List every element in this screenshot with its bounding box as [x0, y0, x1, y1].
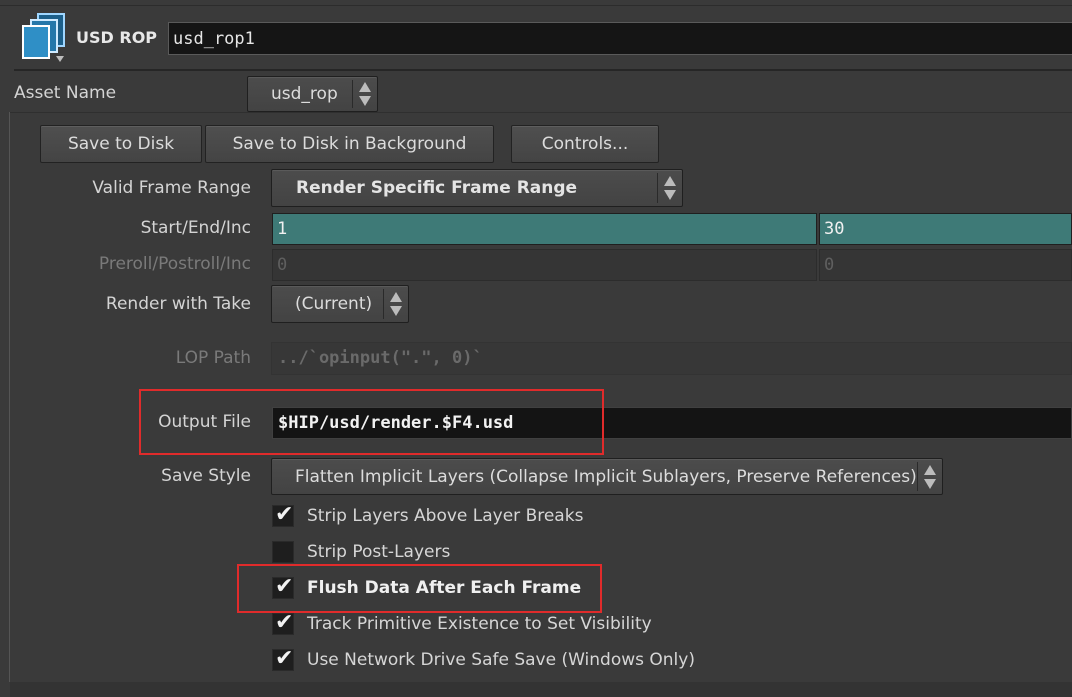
flush-data-highlight-box: [237, 564, 602, 613]
asset-name-menu[interactable]: usd_rop: [247, 76, 378, 112]
strip-post-layers-checkbox[interactable]: [272, 541, 294, 563]
lop-path-label: LOP Path: [175, 348, 251, 368]
postroll-field: 0: [819, 249, 1072, 281]
save-style-value: Flatten Implicit Layers (Collapse Implic…: [295, 466, 917, 487]
menu-arrows-icon: [359, 82, 371, 106]
checkmark-icon: ✔: [275, 502, 294, 527]
network-safe-save-label: Use Network Drive Safe Save (Windows Onl…: [307, 650, 695, 670]
checkmark-icon: ✔: [275, 610, 294, 635]
asset-name-label: Asset Name: [14, 83, 117, 103]
header-divider: [14, 69, 1072, 71]
end-frame-field[interactable]: 30: [819, 213, 1072, 245]
controls-button[interactable]: Controls...: [511, 125, 659, 163]
checkmark-icon: ✔: [275, 646, 294, 671]
valid-frame-range-label: Valid Frame Range: [92, 178, 251, 198]
save-to-disk-button[interactable]: Save to Disk: [40, 125, 202, 163]
valid-frame-range-menu[interactable]: Render Specific Frame Range: [271, 169, 683, 207]
usd-rop-icon[interactable]: [18, 12, 72, 66]
start-end-inc-label: Start/End/Inc: [140, 218, 251, 238]
save-style-menu[interactable]: Flatten Implicit Layers (Collapse Implic…: [271, 458, 943, 495]
menu-arrows-icon: [924, 464, 936, 489]
strip-layers-label: Strip Layers Above Layer Breaks: [307, 506, 584, 526]
output-file-highlight-box: [139, 389, 604, 455]
preroll-postroll-label: Preroll/Postroll/Inc: [98, 254, 251, 274]
asset-name-value: usd_rop: [271, 84, 338, 104]
strip-post-layers-label: Strip Post-Layers: [307, 542, 451, 562]
render-take-label: Render with Take: [105, 294, 251, 314]
lop-path-field: ../`opinput(".", 0)`: [271, 342, 1072, 375]
render-take-value: (Current): [295, 294, 373, 314]
save-to-disk-background-button[interactable]: Save to Disk in Background: [205, 125, 494, 163]
node-type-label: USD ROP: [76, 28, 158, 47]
track-primitive-label: Track Primitive Existence to Set Visibil…: [307, 614, 652, 634]
save-style-label: Save Style: [161, 466, 251, 486]
network-safe-save-checkbox[interactable]: ✔: [272, 646, 294, 671]
menu-arrows-icon: [390, 292, 402, 316]
preroll-field: 0: [272, 249, 817, 281]
render-take-menu[interactable]: (Current): [271, 285, 409, 323]
valid-frame-range-value: Render Specific Frame Range: [296, 178, 578, 198]
top-strip: [0, 0, 1072, 6]
panel-footer: [10, 682, 1072, 697]
start-frame-field[interactable]: 1: [272, 213, 817, 245]
track-primitive-checkbox[interactable]: ✔: [272, 610, 294, 635]
menu-arrows-icon: [664, 176, 676, 200]
strip-layers-checkbox[interactable]: ✔: [272, 502, 294, 527]
node-name-input[interactable]: usd_rop1: [168, 22, 1072, 55]
